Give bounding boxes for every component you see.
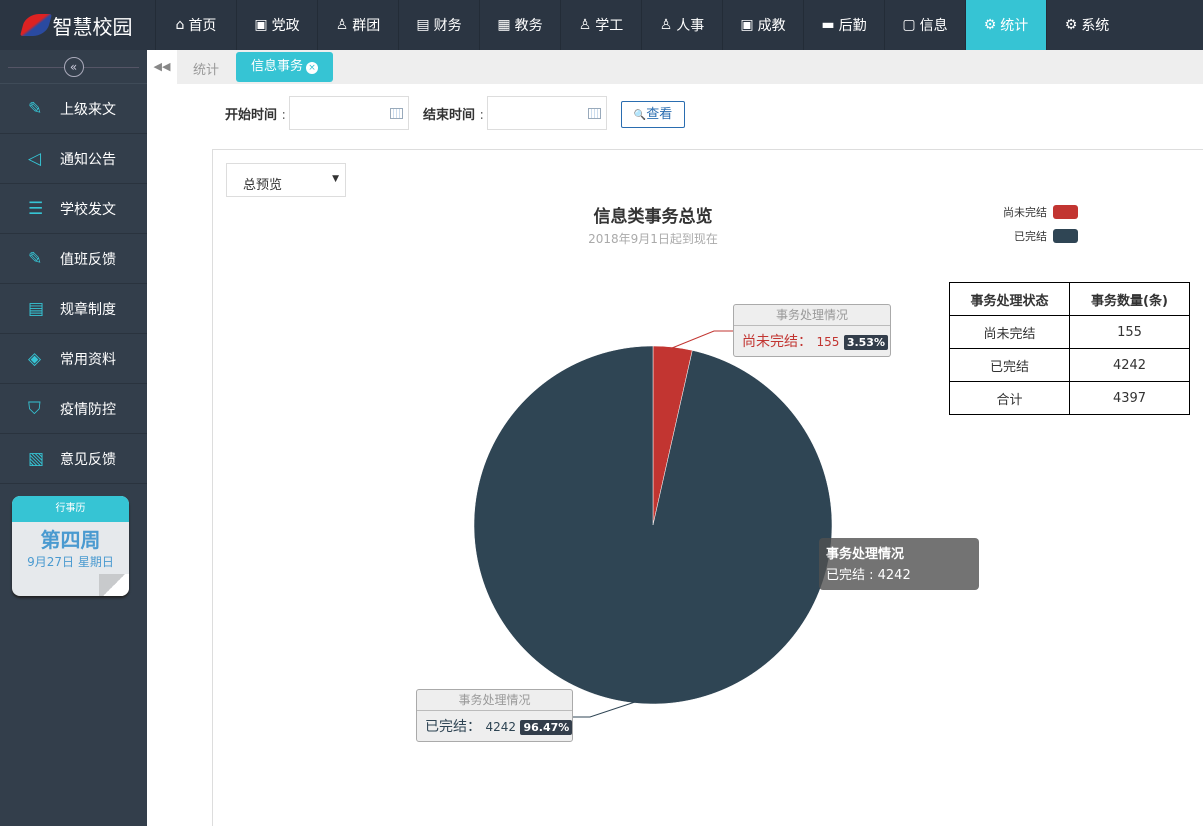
table-header: 事务数量(条)	[1069, 282, 1190, 316]
slice-label-percent: 3.53%	[843, 335, 888, 350]
table-row: 尚未完结 155	[949, 315, 1190, 349]
pie-slice[interactable]	[473, 345, 833, 705]
slice-label-name: 尚未完结	[742, 334, 798, 350]
table-cell: 4242	[1069, 348, 1190, 382]
table-cell: 尚未完结	[949, 315, 1070, 349]
slice-label-title: 事务处理情况	[417, 690, 572, 711]
table-row: 合计 4397	[949, 381, 1190, 415]
legend-swatch	[1053, 229, 1078, 243]
tooltip-text: 已完结 : 4242 (96.47%)	[826, 568, 911, 604]
table-header-row: 事务处理状态 事务数量(条)	[949, 282, 1190, 316]
legend-label: 尚未完结	[1003, 206, 1047, 219]
slice-label-title: 事务处理情况	[734, 305, 890, 326]
table-cell: 合计	[949, 381, 1070, 415]
slice-label-percent: 96.47%	[520, 720, 573, 735]
slice-label: 事务处理情况 已完结： 4242 96.47%	[416, 689, 573, 742]
slice-label: 事务处理情况 尚未完结： 155 3.53%	[733, 304, 891, 357]
table-row: 已完结 4242	[949, 348, 1190, 382]
slice-label-name: 已完结	[425, 719, 467, 735]
tooltip-title: 事务处理情况	[826, 547, 905, 562]
legend-swatch	[1053, 205, 1078, 219]
table-header: 事务处理状态	[949, 282, 1070, 316]
chart-subtitle: 2018年9月1日起到现在	[588, 232, 718, 246]
label-line	[573, 701, 636, 718]
chart-title: 信息类事务总览	[593, 207, 713, 227]
chart-tooltip: 事务处理情况已完结 : 4242 (96.47%)	[819, 538, 979, 604]
table-cell: 已完结	[949, 348, 1070, 382]
label-line	[671, 330, 733, 349]
table-cell: 4397	[1069, 381, 1190, 415]
collapse-icon[interactable]: «	[63, 56, 84, 77]
summary-table: 事务处理状态 事务数量(条) 尚未完结 155 已完结 4242 合计 4397	[949, 282, 1190, 415]
legend-item[interactable]: 已完结	[990, 228, 1078, 244]
legend-label: 已完结	[1014, 230, 1047, 243]
slice-label-value: 4242	[485, 720, 516, 734]
slice-label-value: 155	[816, 335, 840, 349]
table-cell: 155	[1069, 315, 1190, 349]
legend-item[interactable]: 尚未完结	[990, 204, 1078, 220]
